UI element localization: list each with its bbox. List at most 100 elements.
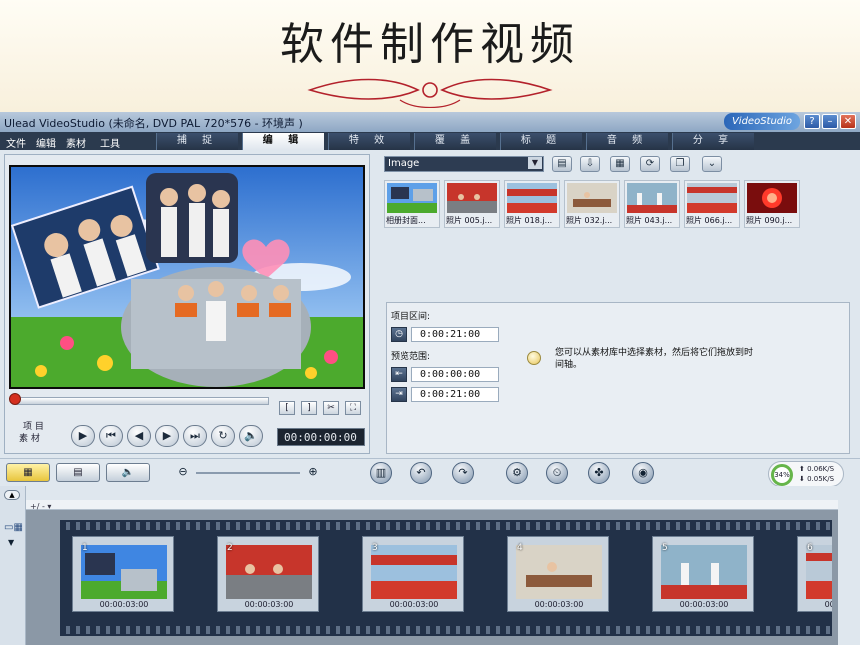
step-overlay[interactable]: 覆 盖 (414, 133, 496, 150)
thumb-label: 照片 018.j... (506, 216, 553, 225)
zoom-in-icon[interactable]: ⊕ (302, 462, 324, 484)
timeline-clip[interactable]: 3 00:00:03:00 (362, 536, 464, 612)
menu-file[interactable]: 文件 (6, 135, 26, 150)
step-edit[interactable]: 编 辑 (242, 133, 324, 150)
mark-out-button[interactable]: ] (301, 401, 317, 415)
slide-title: 软件制作视频 (280, 19, 580, 70)
library-thumb[interactable]: 照片 043.j... (624, 180, 680, 228)
library-thumb[interactable]: 照片 066.j... (684, 180, 740, 228)
slide-header: 软件制作视频 (0, 0, 860, 112)
step-title[interactable]: 标 题 (500, 133, 582, 150)
mode-label-clip[interactable]: 素 材 (19, 431, 40, 444)
duration-field[interactable]: 0:00:21:00 (411, 327, 499, 342)
window-title: Ulead VideoStudio (未命名, DVD PAL 720*576 … (4, 117, 303, 130)
thumb-image (747, 183, 797, 213)
range-start-field[interactable]: 0:00:00:00 (411, 367, 499, 382)
preview-screen[interactable] (9, 165, 365, 389)
timeline-clip[interactable]: 5 00:00:03:00 (652, 536, 754, 612)
timeline-view-button[interactable]: ▤ (56, 463, 100, 482)
zoom-out-icon[interactable]: ⊖ (172, 462, 194, 484)
expand-icon[interactable]: ⛶ (345, 401, 361, 415)
app-window: Ulead VideoStudio (未命名, DVD PAL 720*576 … (0, 112, 860, 645)
range-end-icon[interactable]: ⇥ (391, 387, 407, 402)
library-thumb[interactable]: 相册封面... (384, 180, 440, 228)
library-thumb[interactable]: 照片 005.j... (444, 180, 500, 228)
title-bar[interactable]: Ulead VideoStudio (未命名, DVD PAL 720*576 … (0, 112, 860, 132)
refresh-icon[interactable]: ⟳ (640, 156, 660, 172)
clip-thumbnail (806, 545, 832, 599)
scrub-handle[interactable] (9, 393, 21, 405)
clip-number: 2 (227, 543, 233, 553)
timeline-clip[interactable]: 6 00:00:03:00 (797, 536, 832, 612)
timeline-track-header: ▲ ▭▦ ▼ (0, 486, 26, 645)
thumb-image (567, 183, 617, 213)
collapse-up-icon[interactable]: ▲ (4, 490, 20, 500)
fan-icon[interactable]: ✤ (588, 462, 610, 484)
step-capture[interactable]: 捕 捉 (156, 133, 238, 150)
chevron-down-icon[interactable]: ▼ (528, 157, 542, 169)
options-panel: 项目区间: ◷ 0:00:21:00 预览范围: ⇤ 0:00:00:00 ⇥ … (386, 302, 850, 454)
thumb-label: 相册封面... (386, 216, 426, 225)
volume-icon[interactable]: 🔈 (239, 425, 263, 447)
mark-in-button[interactable]: [ (279, 401, 295, 415)
next-frame-icon[interactable]: ▶ (155, 425, 179, 447)
thumb-label: 照片 090.j... (746, 216, 793, 225)
audio-view-button[interactable]: 🔈 (106, 463, 150, 482)
clip-thumbnail (516, 545, 602, 599)
duration-label: 项目区间: (391, 312, 431, 322)
home-icon[interactable]: ⏮ (99, 425, 123, 447)
multi-view-icon[interactable]: ❐ (670, 156, 690, 172)
step-share[interactable]: 分 享 (672, 133, 754, 150)
video-track-icon: ▭▦ (4, 522, 23, 533)
step-effect[interactable]: 特 效 (328, 133, 410, 150)
storyboard-view-button[interactable]: ▦ (6, 463, 50, 482)
library-category-select[interactable]: Image (384, 156, 544, 172)
menu-tools[interactable]: 工具 (100, 135, 120, 150)
collapse-icon[interactable]: ⌄ (702, 156, 722, 172)
clip-number: 5 (662, 543, 668, 553)
timeline-clip[interactable]: 4 00:00:03:00 (507, 536, 609, 612)
library-thumb[interactable]: 照片 018.j... (504, 180, 560, 228)
range-start-icon[interactable]: ⇤ (391, 367, 407, 382)
hint-text: 您可以从素材库中选择素材，然后将它们拖放到时间轴。 (555, 348, 754, 370)
clip-number: 6 (807, 543, 813, 553)
timeline-ruler[interactable] (26, 500, 838, 510)
previous-frame-icon[interactable]: ◀ (127, 425, 151, 447)
timecode-display[interactable]: 00:00:00:00 (277, 428, 365, 446)
clip-duration: 00:00:03:00 (679, 600, 729, 609)
clip-thumbnail (226, 545, 312, 599)
timeline-clip[interactable]: 1 00:00:03:00 (72, 536, 174, 612)
timeline-clip[interactable]: 2 00:00:03:00 (217, 536, 319, 612)
cut-clip-icon[interactable]: ✂ (323, 401, 339, 415)
end-icon[interactable]: ⏭ (183, 425, 207, 447)
chevron-down-icon[interactable]: ▼ (8, 538, 14, 547)
redo-icon[interactable]: ↷ (452, 462, 474, 484)
minimize-button[interactable]: – (822, 114, 838, 129)
zoom-slider[interactable] (196, 472, 300, 474)
library-header: Image ▼ ▤ ⇩ ▦ ⟳ ❐ ⌄ (384, 156, 860, 174)
clip-duration: 00:00:03:00 (389, 600, 439, 609)
range-end-field[interactable]: 0:00:21:00 (411, 387, 499, 402)
menu-edit[interactable]: 编辑 (36, 135, 56, 150)
help-button[interactable]: ? (804, 114, 820, 129)
render-disc-icon[interactable]: ◉ (632, 462, 654, 484)
close-button[interactable]: ✕ (840, 114, 856, 129)
undo-icon[interactable]: ↶ (410, 462, 432, 484)
import-icon[interactable]: ⇩ (580, 156, 600, 172)
thumb-label: 照片 043.j... (626, 216, 673, 225)
step-audio[interactable]: 音 频 (586, 133, 668, 150)
library-manager-icon[interactable]: ▦ (610, 156, 630, 172)
library-thumb[interactable]: 照片 090.j... (744, 180, 800, 228)
scrub-bar[interactable] (15, 397, 269, 405)
insert-media-icon[interactable]: ▥ (370, 462, 392, 484)
repeat-icon[interactable]: ↻ (211, 425, 235, 447)
brand-logo: VideoStudio (724, 113, 800, 130)
ornament-flourish (307, 78, 553, 108)
batch-convert-icon[interactable]: ⏲ (546, 462, 568, 484)
play-icon[interactable]: ▶ (71, 425, 95, 447)
open-folder-icon[interactable]: ▤ (552, 156, 572, 172)
upload-rate-value: 0.06K/S (807, 465, 835, 473)
menu-clip[interactable]: 素材 (66, 135, 86, 150)
smart-proxy-icon[interactable]: ⚙ (506, 462, 528, 484)
library-thumb[interactable]: 照片 032.j... (564, 180, 620, 228)
